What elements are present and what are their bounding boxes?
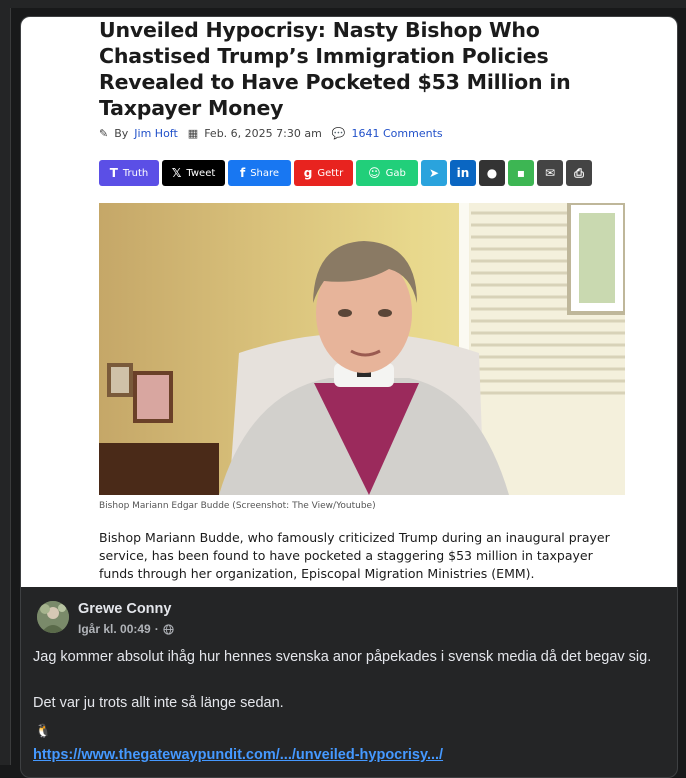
post-paragraph-2: Det var ju trots allt inte så länge seda… — [33, 695, 284, 711]
article-meta: ✎ By Jim Hoft ▦ Feb. 6, 2025 7:30 am 💬 1… — [99, 127, 443, 140]
post-paragraph-1: Jag kommer absolut ihåg hur hennes svens… — [33, 649, 652, 665]
share-linkedin-button: in — [450, 160, 476, 186]
article-photo — [99, 203, 625, 495]
print-icon: ⎙ — [574, 165, 584, 180]
article-headline: Unveiled Hypocrisy: Nasty Bishop Who Cha… — [99, 18, 571, 120]
truth-icon: T — [109, 166, 118, 180]
gettr-icon: g — [303, 166, 313, 180]
pencil-icon: ✎ — [99, 127, 109, 140]
facebook-icon: f — [239, 166, 246, 180]
share-gettr-button: g Gettr — [294, 160, 353, 186]
share-buttons: T Truth 𝕏 Tweet f Share g Gettr ☺ Gab ➤ in ● … — [99, 160, 592, 186]
post-timestamp: Igår kl. 00:49 · — [78, 622, 174, 636]
sms-icon: ▪ — [516, 166, 526, 180]
article-author: Jim Hoft — [134, 127, 178, 140]
shared-screenshot-image[interactable]: Unveiled Hypocrisy: Nasty Bishop Who Cha… — [21, 17, 677, 587]
bishop-photo-illustration — [99, 203, 625, 495]
photo-caption: Bishop Mariann Edgar Budde (Screenshot: … — [99, 501, 376, 511]
post-link[interactable]: https://www.thegatewaypundit.com/.../unv… — [33, 747, 443, 763]
telegram-icon: ➤ — [428, 166, 440, 180]
top-bar — [0, 0, 686, 8]
penguin-emoji-icon: 🐧 — [35, 723, 52, 738]
left-divider — [10, 8, 11, 765]
share-gab-button: ☺ Gab — [356, 160, 418, 186]
post-time[interactable]: Igår kl. 00:49 — [78, 622, 151, 636]
post-card: Unveiled Hypocrisy: Nasty Bishop Who Cha… — [20, 16, 678, 778]
article-body-text: Bishop Mariann Budde, who famously criti… — [99, 530, 610, 581]
calendar-icon: ▦ — [187, 127, 199, 140]
article-comments: 1641 Comments — [351, 127, 443, 140]
share-telegram-button: ➤ — [421, 160, 447, 186]
meta-separator: · — [154, 622, 159, 636]
comments-icon: 💬 — [331, 127, 346, 140]
avatar[interactable] — [37, 601, 69, 633]
share-truth-button: T Truth — [99, 160, 159, 186]
comment-icon: ● — [486, 166, 498, 180]
share-facebook-button: f Share — [228, 160, 291, 186]
share-print-button: ⎙ — [566, 160, 592, 186]
share-email-button: ✉ — [537, 160, 563, 186]
email-icon: ✉ — [544, 166, 556, 180]
share-comment-button: ● — [479, 160, 505, 186]
globe-icon[interactable] — [163, 623, 174, 635]
share-sms-button: ▪ — [508, 160, 534, 186]
avatar-image — [37, 601, 69, 633]
by-label: By — [114, 127, 129, 140]
post-author-name[interactable]: Grewe Conny — [78, 601, 171, 617]
linkedin-icon: in — [456, 166, 470, 180]
share-tweet-button: 𝕏 Tweet — [162, 160, 225, 186]
article-date: Feb. 6, 2025 7:30 am — [204, 127, 322, 140]
left-rail — [0, 8, 10, 765]
gab-icon: ☺ — [368, 166, 381, 180]
x-icon: 𝕏 — [171, 166, 182, 180]
